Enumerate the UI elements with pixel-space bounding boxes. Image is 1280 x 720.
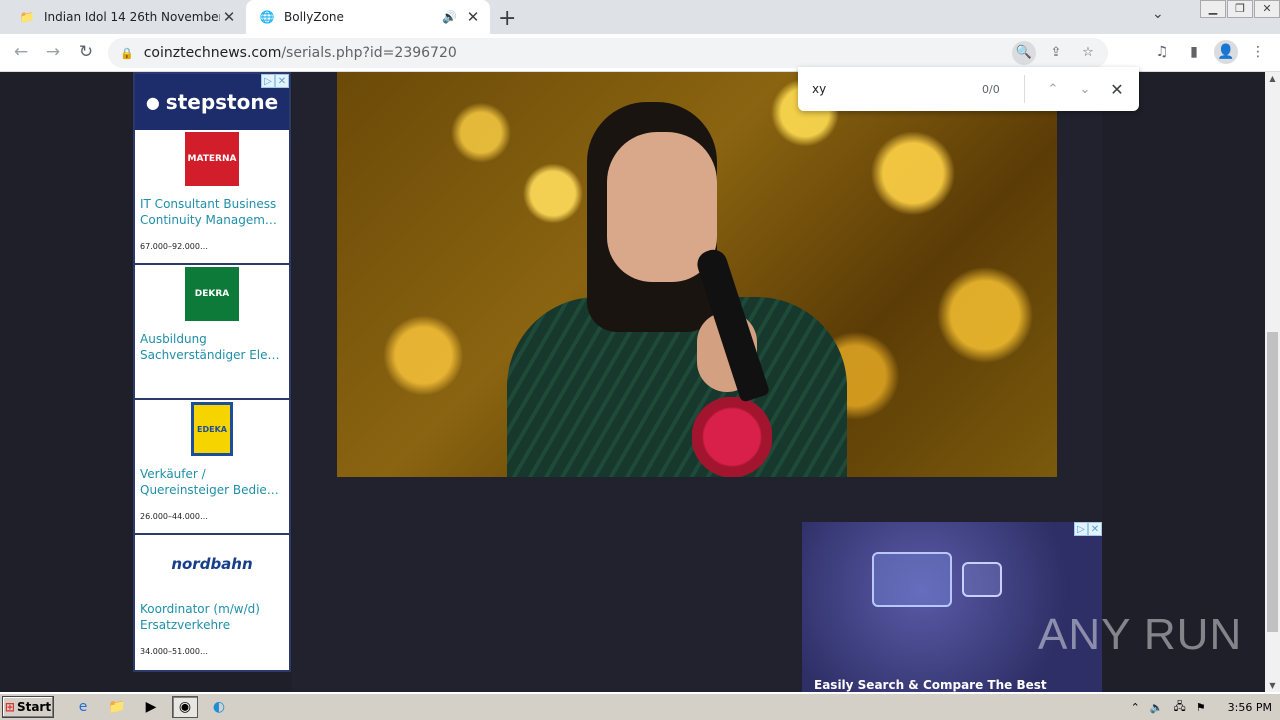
- ad-card-title[interactable]: Continuity Managemen…: [140, 212, 284, 228]
- ad-card-title[interactable]: Verkäufer /: [140, 466, 284, 482]
- ad-chart-screen: [872, 552, 952, 607]
- bottom-right-ad[interactable]: ▷ ✕ Easily Search & Compare The Best: [802, 522, 1102, 692]
- tab-bollyzone[interactable]: 🌐 BollyZone 🔊 ✕: [246, 0, 490, 34]
- address-bar[interactable]: 🔒 coinztechnews.com/serials.php?id=23967…: [108, 38, 1108, 68]
- page-scrollbar[interactable]: ▲ ▼: [1265, 72, 1280, 692]
- find-input[interactable]: xy: [812, 82, 982, 96]
- share-icon[interactable]: ⇪: [1044, 41, 1068, 65]
- ad-card-dekra[interactable]: DEKRA Ausbildung Sachverständiger Elek…: [135, 265, 289, 400]
- anyrun-watermark: ANY RUN: [1038, 610, 1243, 659]
- file-explorer-icon[interactable]: 📁: [104, 696, 130, 718]
- clock[interactable]: 3:56 PM: [1228, 701, 1272, 714]
- speaker-icon[interactable]: 🔊: [442, 10, 458, 24]
- ad-card-materna[interactable]: MATERNA IT Consultant Business Continuit…: [135, 130, 289, 265]
- tab-strip: 📁 Indian Idol 14 26th November 2023 ✕ 🌐 …: [0, 0, 1280, 34]
- ad-close-icon[interactable]: ✕: [1088, 522, 1102, 536]
- ad-card-title[interactable]: Ersatzverkehre: [140, 617, 284, 633]
- ad-card-title[interactable]: IT Consultant Business: [140, 196, 284, 212]
- url-domain: coinztechnews.com: [143, 45, 282, 61]
- forward-arrow-icon[interactable]: →: [42, 42, 64, 62]
- adchoices-icon[interactable]: ▷: [1074, 522, 1088, 536]
- close-tab-icon[interactable]: ✕: [464, 8, 482, 26]
- close-tab-icon[interactable]: ✕: [220, 8, 238, 26]
- scroll-down-arrow-icon[interactable]: ▼: [1265, 681, 1280, 690]
- tab-indian-idol[interactable]: 📁 Indian Idol 14 26th November 2023 ✕: [8, 0, 246, 34]
- back-arrow-icon[interactable]: ←: [10, 42, 32, 62]
- ad-card-salary: 26.000–44.000…: [140, 512, 208, 521]
- side-panel-icon[interactable]: ▮: [1182, 40, 1206, 64]
- ad-card-title[interactable]: Ausbildung: [140, 331, 284, 347]
- start-label: Start: [16, 700, 52, 714]
- scroll-up-arrow-icon[interactable]: ▲: [1265, 74, 1280, 83]
- network-icon[interactable]: 🖧: [1174, 698, 1186, 717]
- ad-caption[interactable]: Easily Search & Compare The Best: [814, 678, 1047, 692]
- dekra-logo: DEKRA: [185, 267, 239, 321]
- tab-search-chevron-icon[interactable]: ⌄: [1152, 6, 1164, 22]
- url-path: /serials.php?id=2396720: [281, 45, 457, 61]
- profile-avatar-icon[interactable]: 👤: [1214, 40, 1238, 64]
- windows-flag-icon: ⊞: [4, 700, 15, 714]
- tray-expand-icon[interactable]: ⌃: [1131, 701, 1140, 714]
- chrome-icon[interactable]: ◉: [172, 696, 198, 718]
- find-separator: [1024, 75, 1025, 103]
- ad-choices: ▷ ✕: [261, 74, 289, 88]
- find-next-icon[interactable]: ⌄: [1069, 82, 1101, 97]
- web-page: ● stepstone ▷ ✕ MATERNA IT Consultant Bu…: [0, 72, 1265, 692]
- start-button[interactable]: ⊞ Start: [2, 696, 54, 718]
- media-player-icon[interactable]: ▶: [138, 696, 164, 718]
- folder-icon: 📁: [19, 10, 35, 24]
- nordbahn-logo: nordbahn: [171, 555, 253, 573]
- lock-icon[interactable]: 🔒: [120, 47, 134, 60]
- ad-card-salary: 67.000–92.000…: [140, 242, 208, 251]
- ad-choices: ▷ ✕: [1074, 522, 1102, 536]
- system-tray: ⌃ 🔈 🖧 ⚑ 3:56 PM: [1121, 694, 1280, 720]
- close-window-icon[interactable]: ✕: [1254, 0, 1280, 18]
- minimize-icon[interactable]: ▁: [1200, 0, 1226, 18]
- action-center-flag-icon[interactable]: ⚑: [1196, 701, 1206, 714]
- tab-title: BollyZone: [284, 10, 344, 24]
- ad-card-title[interactable]: Koordinator (m/w/d): [140, 601, 284, 617]
- stepstone-brand: stepstone: [165, 90, 279, 114]
- left-ad-banner[interactable]: ● stepstone ▷ ✕ MATERNA IT Consultant Bu…: [133, 72, 291, 672]
- edge-icon[interactable]: ◐: [206, 696, 232, 718]
- address-bar-actions: 🔍 ⇪ ☆: [1012, 41, 1100, 65]
- ad-close-icon[interactable]: ✕: [275, 74, 289, 88]
- ad-card-title[interactable]: Sachverständiger Elek…: [140, 347, 284, 363]
- video-frame-flower: [692, 397, 772, 477]
- volume-icon[interactable]: 🔈: [1150, 701, 1164, 714]
- globe-icon: 🌐: [259, 10, 275, 24]
- edeka-logo: EDEKA: [191, 402, 233, 456]
- menu-kebab-icon[interactable]: ⋮: [1246, 40, 1270, 64]
- video-player[interactable]: [337, 72, 1057, 477]
- ad-card-title[interactable]: Quereinsteiger Bedie…: [140, 482, 284, 498]
- materna-logo: MATERNA: [185, 132, 239, 186]
- find-bar: xy 0/0 ⌃ ⌄ ✕: [798, 67, 1139, 111]
- internet-explorer-icon[interactable]: e: [70, 696, 96, 718]
- media-control-icon[interactable]: ♫: [1150, 40, 1174, 64]
- toolbar-right: ♫ ▮ 👤 ⋮: [1150, 40, 1270, 64]
- tab-title: Indian Idol 14 26th November 2023: [44, 10, 220, 24]
- ad-card-salary: 34.000–51.000…: [140, 647, 208, 656]
- scroll-thumb[interactable]: [1267, 332, 1278, 632]
- stepstone-mark-icon: ●: [145, 92, 160, 112]
- window-controls: ▁ ❐ ✕: [1199, 0, 1280, 18]
- adchoices-icon[interactable]: ▷: [261, 74, 275, 88]
- windows-taskbar: ⊞ Start e 📁 ▶ ◉ ◐ ⌃ 🔈 🖧 ⚑ 3:56 PM: [0, 692, 1280, 720]
- find-match-count: 0/0: [982, 82, 1000, 96]
- find-in-page-icon[interactable]: 🔍: [1012, 41, 1036, 65]
- find-close-icon[interactable]: ✕: [1101, 80, 1133, 99]
- reload-icon[interactable]: ↻: [75, 42, 97, 62]
- restore-icon[interactable]: ❐: [1227, 0, 1253, 18]
- ad-chart-screen-small: [962, 562, 1002, 597]
- ad-card-nordbahn[interactable]: nordbahn Koordinator (m/w/d) Ersatzverke…: [135, 535, 289, 670]
- find-previous-icon[interactable]: ⌃: [1037, 82, 1069, 97]
- new-tab-button[interactable]: +: [498, 6, 516, 31]
- ad-card-edeka[interactable]: EDEKA Verkäufer / Quereinsteiger Bedie… …: [135, 400, 289, 535]
- bookmark-star-icon[interactable]: ☆: [1076, 41, 1100, 65]
